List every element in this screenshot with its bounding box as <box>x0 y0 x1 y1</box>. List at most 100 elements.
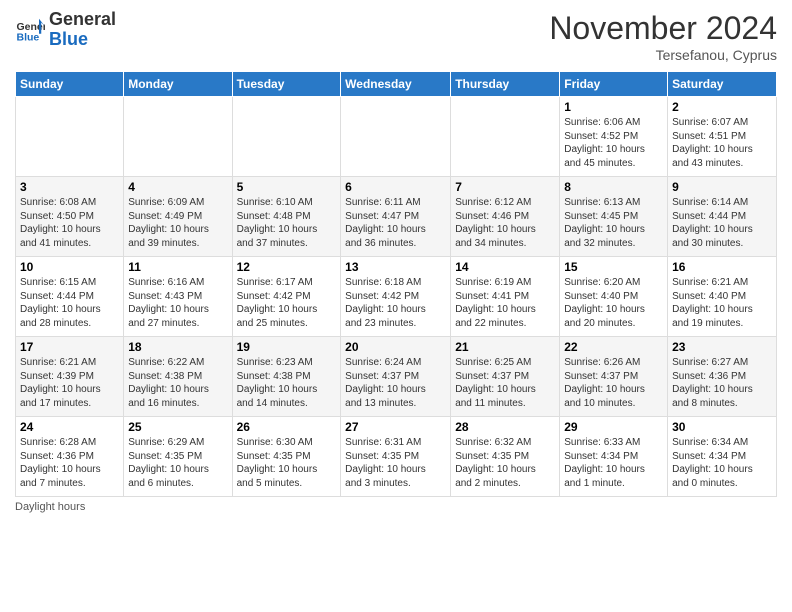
calendar-cell: 18 Sunrise: 6:22 AM Sunset: 4:38 PM Dayli… <box>124 337 232 417</box>
calendar-dow-wednesday: Wednesday <box>341 72 451 97</box>
calendar-cell: 25Sunrise: 6:29 AM Sunset: 4:35 PM Dayli… <box>124 417 232 497</box>
day-info: Sunrise: 6:33 AM Sunset: 4:34 PM Dayligh… <box>564 436 663 490</box>
daylight-label: Daylight hours <box>15 501 85 513</box>
month-title: November 2024 <box>549 10 777 47</box>
calendar-week-1: 3 Sunrise: 6:08 AM Sunset: 4:50 PM Daylig… <box>16 177 777 257</box>
svg-text:Blue: Blue <box>17 31 40 43</box>
calendar-cell: 13Sunrise: 6:18 AM Sunset: 4:42 PM Dayli… <box>341 257 451 337</box>
logo: General Blue General Blue <box>15 10 116 50</box>
calendar-cell: 20 Sunrise: 6:24 AM Sunset: 4:37 PM Dayli… <box>341 337 451 417</box>
day-info: Sunrise: 6:15 AM Sunset: 4:44 PM Dayligh… <box>20 276 119 330</box>
calendar-cell: 2 Sunrise: 6:07 AM Sunset: 4:51 PM Daylig… <box>668 97 777 177</box>
day-number: 9 <box>672 180 772 194</box>
title-section: November 2024 Tersefanou, Cyprus <box>549 10 777 63</box>
calendar-cell: 23Sunrise: 6:27 AM Sunset: 4:36 PM Dayli… <box>668 337 777 417</box>
calendar-dow-monday: Monday <box>124 72 232 97</box>
day-info: Sunrise: 6:34 AM Sunset: 4:34 PM Dayligh… <box>672 436 772 490</box>
calendar-cell: 10 Sunrise: 6:15 AM Sunset: 4:44 PM Dayli… <box>16 257 124 337</box>
calendar-cell: 12 Sunrise: 6:17 AM Sunset: 4:42 PM Dayli… <box>232 257 341 337</box>
day-number: 10 <box>20 260 119 274</box>
day-number: 21 <box>455 340 555 354</box>
calendar-cell <box>16 97 124 177</box>
day-number: 22 <box>564 340 663 354</box>
day-number: 4 <box>128 180 227 194</box>
day-info: Sunrise: 6:14 AM Sunset: 4:44 PM Dayligh… <box>672 196 772 250</box>
day-info: Sunrise: 6:06 AM Sunset: 4:52 PM Dayligh… <box>564 116 663 170</box>
day-info: Sunrise: 6:21 AM Sunset: 4:40 PM Dayligh… <box>672 276 772 330</box>
day-info: Sunrise: 6:24 AM Sunset: 4:37 PM Dayligh… <box>345 356 446 410</box>
day-info: Sunrise: 6:28 AM Sunset: 4:36 PM Dayligh… <box>20 436 119 490</box>
calendar-week-3: 17 Sunrise: 6:21 AM Sunset: 4:39 PM Dayli… <box>16 337 777 417</box>
calendar-dow-friday: Friday <box>560 72 668 97</box>
calendar-cell <box>341 97 451 177</box>
calendar-cell: 26Sunrise: 6:30 AM Sunset: 4:35 PM Dayli… <box>232 417 341 497</box>
day-number: 27 <box>345 420 446 434</box>
calendar-cell: 5Sunrise: 6:10 AM Sunset: 4:48 PM Daylig… <box>232 177 341 257</box>
day-number: 11 <box>128 260 227 274</box>
calendar-cell: 1 Sunrise: 6:06 AM Sunset: 4:52 PM Daylig… <box>560 97 668 177</box>
day-info: Sunrise: 6:11 AM Sunset: 4:47 PM Dayligh… <box>345 196 446 250</box>
day-info: Sunrise: 6:16 AM Sunset: 4:43 PM Dayligh… <box>128 276 227 330</box>
calendar-cell: 7 Sunrise: 6:12 AM Sunset: 4:46 PM Daylig… <box>451 177 560 257</box>
calendar-cell: 16Sunrise: 6:21 AM Sunset: 4:40 PM Dayli… <box>668 257 777 337</box>
calendar-cell: 17 Sunrise: 6:21 AM Sunset: 4:39 PM Dayli… <box>16 337 124 417</box>
calendar-cell: 30 Sunrise: 6:34 AM Sunset: 4:34 PM Dayli… <box>668 417 777 497</box>
day-number: 5 <box>237 180 337 194</box>
day-number: 23 <box>672 340 772 354</box>
calendar-cell <box>124 97 232 177</box>
calendar-cell: 14Sunrise: 6:19 AM Sunset: 4:41 PM Dayli… <box>451 257 560 337</box>
calendar-cell: 24 Sunrise: 6:28 AM Sunset: 4:36 PM Dayli… <box>16 417 124 497</box>
day-number: 30 <box>672 420 772 434</box>
calendar-cell: 11 Sunrise: 6:16 AM Sunset: 4:43 PM Dayli… <box>124 257 232 337</box>
subtitle: Tersefanou, Cyprus <box>549 47 777 63</box>
calendar-week-4: 24 Sunrise: 6:28 AM Sunset: 4:36 PM Dayli… <box>16 417 777 497</box>
day-info: Sunrise: 6:31 AM Sunset: 4:35 PM Dayligh… <box>345 436 446 490</box>
day-info: Sunrise: 6:07 AM Sunset: 4:51 PM Dayligh… <box>672 116 772 170</box>
footer-note: Daylight hours <box>15 501 777 513</box>
day-info: Sunrise: 6:25 AM Sunset: 4:37 PM Dayligh… <box>455 356 555 410</box>
calendar-cell: 15Sunrise: 6:20 AM Sunset: 4:40 PM Dayli… <box>560 257 668 337</box>
logo-icon: General Blue <box>15 15 45 45</box>
calendar-header-row: SundayMondayTuesdayWednesdayThursdayFrid… <box>16 72 777 97</box>
day-number: 19 <box>237 340 337 354</box>
calendar-dow-thursday: Thursday <box>451 72 560 97</box>
day-info: Sunrise: 6:22 AM Sunset: 4:38 PM Dayligh… <box>128 356 227 410</box>
header: General Blue General Blue November 2024 … <box>15 10 777 63</box>
day-number: 7 <box>455 180 555 194</box>
day-info: Sunrise: 6:09 AM Sunset: 4:49 PM Dayligh… <box>128 196 227 250</box>
day-number: 17 <box>20 340 119 354</box>
calendar-cell: 3 Sunrise: 6:08 AM Sunset: 4:50 PM Daylig… <box>16 177 124 257</box>
day-number: 2 <box>672 100 772 114</box>
calendar-cell: 21 Sunrise: 6:25 AM Sunset: 4:37 PM Dayli… <box>451 337 560 417</box>
day-number: 12 <box>237 260 337 274</box>
day-info: Sunrise: 6:12 AM Sunset: 4:46 PM Dayligh… <box>455 196 555 250</box>
calendar-week-0: 1 Sunrise: 6:06 AM Sunset: 4:52 PM Daylig… <box>16 97 777 177</box>
calendar-cell: 4 Sunrise: 6:09 AM Sunset: 4:49 PM Daylig… <box>124 177 232 257</box>
calendar-cell: 19 Sunrise: 6:23 AM Sunset: 4:38 PM Dayli… <box>232 337 341 417</box>
calendar-dow-sunday: Sunday <box>16 72 124 97</box>
day-number: 8 <box>564 180 663 194</box>
day-number: 24 <box>20 420 119 434</box>
page-container: General Blue General Blue November 2024 … <box>0 0 792 523</box>
day-number: 18 <box>128 340 227 354</box>
day-info: Sunrise: 6:26 AM Sunset: 4:37 PM Dayligh… <box>564 356 663 410</box>
day-number: 13 <box>345 260 446 274</box>
day-number: 20 <box>345 340 446 354</box>
calendar-cell <box>451 97 560 177</box>
calendar-cell: 8Sunrise: 6:13 AM Sunset: 4:45 PM Daylig… <box>560 177 668 257</box>
day-number: 1 <box>564 100 663 114</box>
day-info: Sunrise: 6:21 AM Sunset: 4:39 PM Dayligh… <box>20 356 119 410</box>
day-info: Sunrise: 6:17 AM Sunset: 4:42 PM Dayligh… <box>237 276 337 330</box>
day-info: Sunrise: 6:23 AM Sunset: 4:38 PM Dayligh… <box>237 356 337 410</box>
calendar-cell: 27 Sunrise: 6:31 AM Sunset: 4:35 PM Dayli… <box>341 417 451 497</box>
day-number: 29 <box>564 420 663 434</box>
calendar-cell <box>232 97 341 177</box>
calendar-cell: 28Sunrise: 6:32 AM Sunset: 4:35 PM Dayli… <box>451 417 560 497</box>
logo-text: General Blue <box>49 10 116 50</box>
day-number: 3 <box>20 180 119 194</box>
logo-general: General <box>49 10 116 30</box>
day-number: 6 <box>345 180 446 194</box>
day-info: Sunrise: 6:08 AM Sunset: 4:50 PM Dayligh… <box>20 196 119 250</box>
day-info: Sunrise: 6:32 AM Sunset: 4:35 PM Dayligh… <box>455 436 555 490</box>
calendar-week-2: 10 Sunrise: 6:15 AM Sunset: 4:44 PM Dayli… <box>16 257 777 337</box>
